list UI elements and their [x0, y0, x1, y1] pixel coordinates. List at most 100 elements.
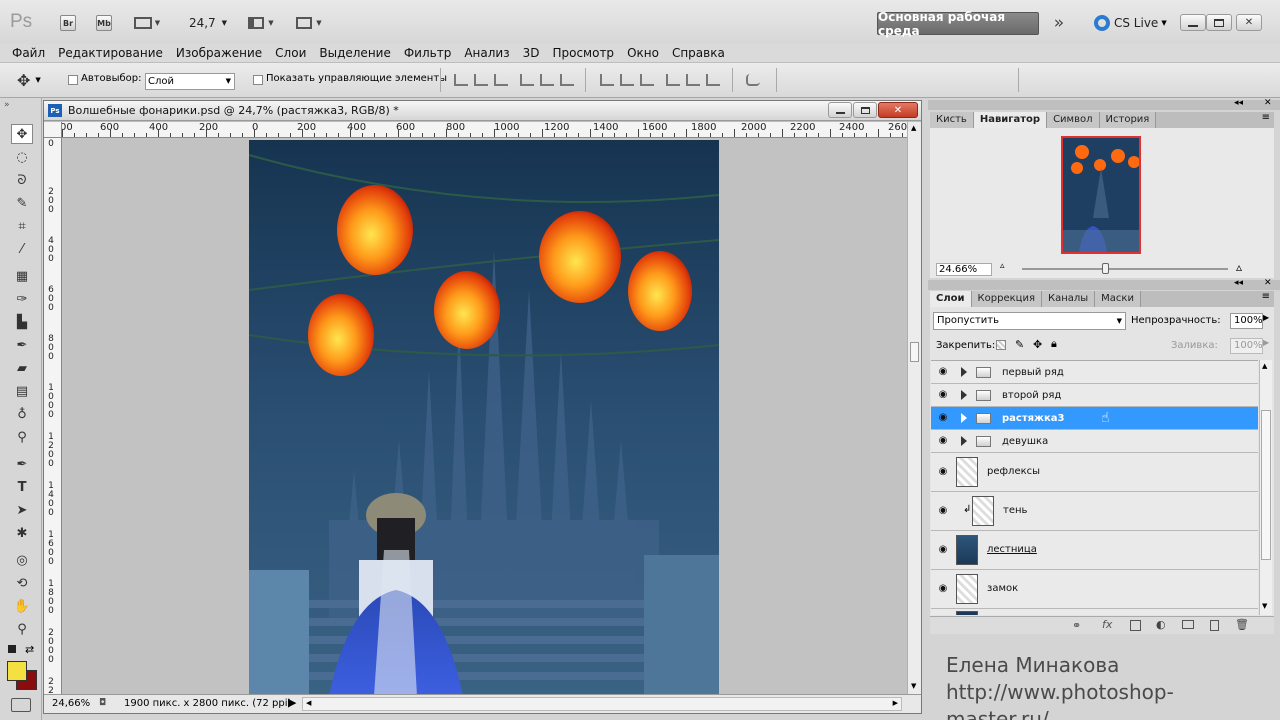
- screen-mode-button[interactable]: ▼: [292, 12, 326, 34]
- path-selection-tool-icon[interactable]: ➤: [11, 500, 33, 520]
- crop-tool-icon[interactable]: ⌗: [11, 216, 33, 236]
- close-button[interactable]: ✕: [1236, 14, 1262, 31]
- type-tool-icon[interactable]: T: [11, 477, 33, 497]
- zoom-out-icon[interactable]: ▵: [1000, 261, 1005, 271]
- lock-transparency-icon[interactable]: [996, 340, 1006, 350]
- foreground-color-swatch[interactable]: [7, 661, 27, 681]
- cslive-button[interactable]: CS Live ▼: [1094, 14, 1167, 32]
- doc-minimize-button[interactable]: [828, 102, 852, 118]
- distribute-top-icon[interactable]: [600, 74, 614, 86]
- layer-row-group[interactable]: ◉ первый ряд: [931, 361, 1258, 384]
- workspace-more-icon[interactable]: »: [1047, 12, 1071, 34]
- menu-image[interactable]: Изображение: [170, 46, 269, 60]
- menu-layers[interactable]: Слои: [269, 46, 313, 60]
- eye-icon[interactable]: ◉: [937, 584, 949, 594]
- expand-triangle-icon[interactable]: [961, 436, 967, 446]
- doc-close-button[interactable]: ✕: [878, 102, 918, 118]
- tab-adjustments[interactable]: Коррекция: [971, 291, 1042, 307]
- align-top-icon[interactable]: [454, 74, 468, 86]
- move-tool-icon[interactable]: ✥: [11, 124, 33, 144]
- distribute-vcenter-icon[interactable]: [620, 74, 634, 86]
- tool-preset-picker[interactable]: ✥ ▼: [17, 71, 55, 90]
- distribute-hcenter-icon[interactable]: [686, 74, 700, 86]
- pen-tool-icon[interactable]: ✒: [11, 454, 33, 474]
- scroll-left-icon[interactable]: ◀: [306, 699, 311, 707]
- opacity-field[interactable]: 100%: [1230, 313, 1263, 329]
- expand-triangle-icon[interactable]: [961, 390, 967, 400]
- arrange-documents-button[interactable]: ▼: [244, 12, 278, 34]
- layer-row[interactable]: ◉ лестница: [931, 531, 1258, 570]
- collapse-icon[interactable]: ◂◂: [1234, 98, 1243, 108]
- scroll-up-icon[interactable]: ▲: [911, 124, 916, 132]
- distribute-left-icon[interactable]: [666, 74, 680, 86]
- navigator-preview[interactable]: [1061, 136, 1141, 254]
- new-group-icon[interactable]: [1182, 620, 1194, 629]
- menu-edit[interactable]: Редактирование: [52, 46, 170, 60]
- menu-view[interactable]: Просмотр: [546, 46, 621, 60]
- menu-select[interactable]: Выделение: [313, 46, 397, 60]
- canvas-area[interactable]: [62, 138, 907, 694]
- trash-icon[interactable]: 🗑︎: [1235, 618, 1249, 631]
- zoom-level-menu[interactable]: 24,7 ▼: [186, 12, 230, 34]
- scroll-right-icon[interactable]: ▶: [893, 699, 898, 707]
- layer-row-clipped[interactable]: ◉ ↲ тень: [931, 492, 1258, 531]
- minibridge-button[interactable]: Mb: [96, 12, 112, 34]
- scroll-down-icon[interactable]: ▼: [911, 682, 916, 690]
- panel-menu-icon[interactable]: ≡: [1262, 291, 1274, 307]
- fill-slider-arrow-icon[interactable]: ▶: [1263, 338, 1269, 347]
- autoselect-select[interactable]: Слой ▼: [145, 73, 235, 90]
- zoom-slider-thumb[interactable]: [1102, 263, 1109, 274]
- eye-icon[interactable]: ◉: [937, 467, 949, 477]
- autoselect-checkbox[interactable]: [68, 75, 78, 85]
- quick-selection-tool-icon[interactable]: ✎: [11, 193, 33, 213]
- layer-row-group-selected[interactable]: ◉ растяжка3 ☝: [931, 407, 1258, 430]
- ruler-origin[interactable]: [44, 122, 62, 138]
- lock-pixels-icon[interactable]: ✎: [1015, 338, 1024, 351]
- eye-icon[interactable]: ◉: [937, 413, 949, 423]
- zoom-in-icon[interactable]: ▵: [1236, 260, 1242, 274]
- 3d-rotate-tool-icon[interactable]: ◎: [11, 550, 33, 570]
- layers-scrollbar[interactable]: ▲ ▼: [1259, 360, 1272, 615]
- align-left-icon[interactable]: [520, 74, 534, 86]
- tab-channels[interactable]: Каналы: [1041, 291, 1096, 307]
- lasso-tool-icon[interactable]: ᘐ: [11, 170, 33, 190]
- layer-row[interactable]: ◉ замок: [931, 570, 1258, 609]
- lock-position-icon[interactable]: ✥: [1033, 338, 1042, 351]
- menu-analysis[interactable]: Анализ: [458, 46, 516, 60]
- marquee-tool-icon[interactable]: ◌: [11, 147, 33, 167]
- panel-collapse-icon[interactable]: »: [4, 100, 10, 110]
- minimize-button[interactable]: [1180, 14, 1206, 31]
- add-mask-icon[interactable]: [1130, 620, 1141, 631]
- quick-mask-icon[interactable]: [11, 698, 31, 712]
- clone-stamp-tool-icon[interactable]: ▙: [11, 312, 33, 332]
- scroll-down-icon[interactable]: ▼: [1262, 602, 1267, 610]
- new-layer-icon[interactable]: [1210, 620, 1219, 631]
- vertical-scrollbar[interactable]: ▲ ▼: [907, 122, 921, 694]
- tab-history[interactable]: История: [1099, 112, 1157, 128]
- shape-tool-icon[interactable]: ✱: [11, 523, 33, 543]
- eye-icon[interactable]: ◉: [937, 506, 949, 516]
- eyedropper-tool-icon[interactable]: ⁄: [11, 239, 33, 259]
- menu-3d[interactable]: 3D: [517, 46, 547, 60]
- close-panel-icon[interactable]: ✕: [1264, 98, 1272, 108]
- eraser-tool-icon[interactable]: ▰: [11, 358, 33, 378]
- menu-file[interactable]: Файл: [6, 46, 52, 60]
- expand-triangle-icon[interactable]: [961, 367, 967, 377]
- align-right-icon[interactable]: [560, 74, 574, 86]
- default-colors-icon[interactable]: [8, 645, 16, 653]
- distribute-right-icon[interactable]: [706, 74, 720, 86]
- tab-brush[interactable]: Кисть: [930, 112, 974, 128]
- status-preview-icon[interactable]: ◘: [99, 698, 106, 708]
- auto-align-icon[interactable]: [746, 74, 760, 86]
- 3d-orbit-tool-icon[interactable]: ⟲: [11, 573, 33, 593]
- align-bottom-icon[interactable]: [494, 74, 508, 86]
- layer-row-partial[interactable]: [931, 609, 1258, 615]
- scroll-thumb[interactable]: [910, 342, 919, 362]
- distribute-bottom-icon[interactable]: [640, 74, 654, 86]
- opacity-slider-arrow-icon[interactable]: ▶: [1263, 313, 1269, 322]
- maximize-button[interactable]: [1206, 14, 1232, 31]
- eye-icon[interactable]: ◉: [937, 390, 949, 400]
- doc-maximize-button[interactable]: [853, 102, 877, 118]
- brush-tool-icon[interactable]: ✑: [11, 289, 33, 309]
- tab-character[interactable]: Символ: [1047, 112, 1100, 128]
